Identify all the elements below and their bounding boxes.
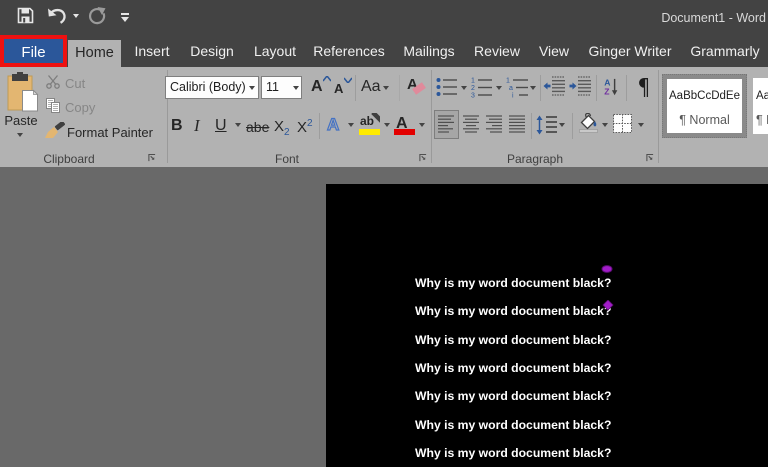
svg-text:i: i (512, 93, 514, 99)
svg-text:2: 2 (471, 85, 475, 92)
svg-text:Z: Z (604, 87, 609, 97)
svg-text:1: 1 (506, 78, 510, 85)
svg-text:a: a (509, 85, 513, 92)
svg-text:1: 1 (471, 78, 475, 85)
svg-text:3: 3 (471, 93, 475, 99)
